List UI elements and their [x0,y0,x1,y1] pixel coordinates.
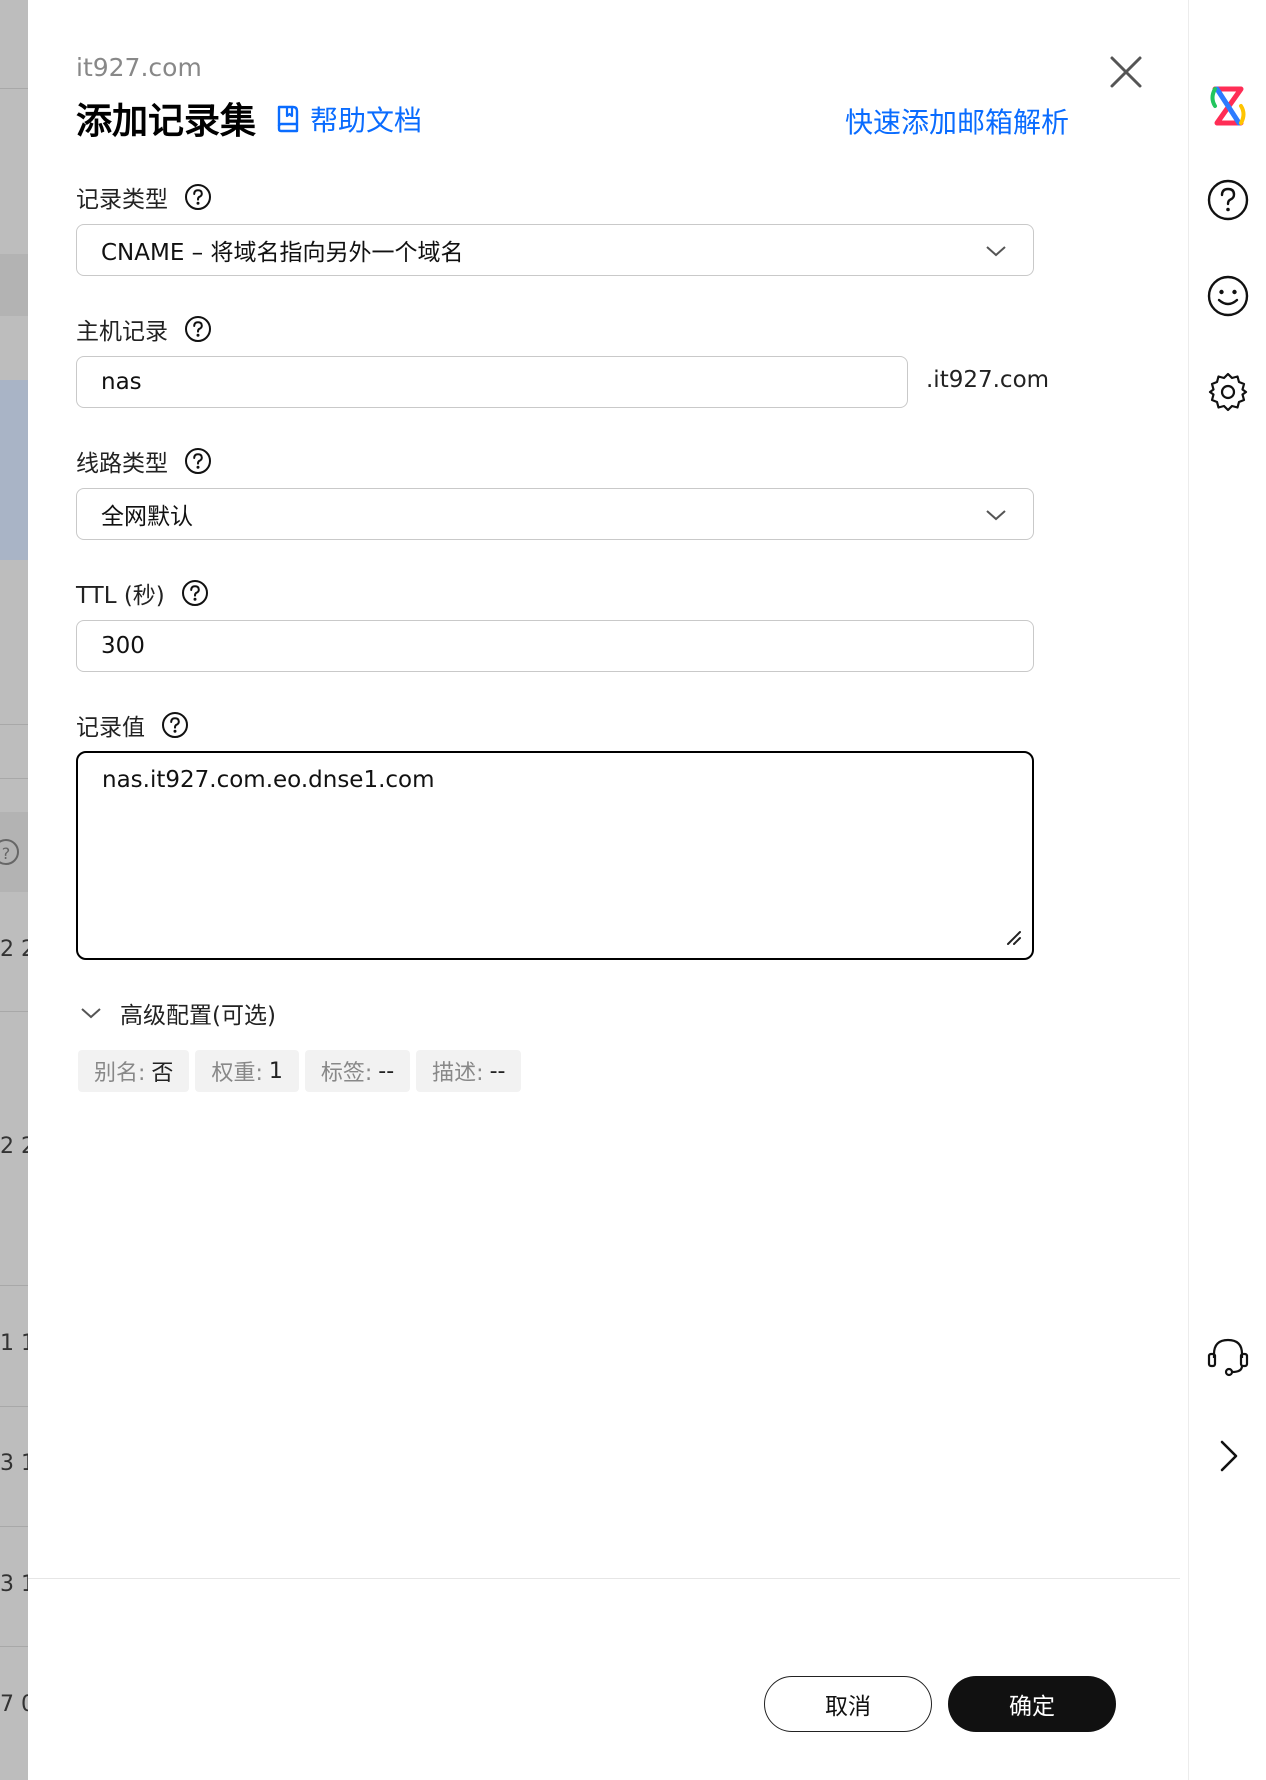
confirm-button[interactable]: 确定 [948,1676,1116,1732]
svg-text:?: ? [2,844,11,863]
right-sidebar [1188,0,1266,1780]
smiley-icon [1207,275,1249,317]
help-circle-icon[interactable] [161,711,189,739]
tag-key: 权重: [211,1061,263,1086]
chevron-right-icon [1220,1440,1238,1472]
close-icon [1110,56,1142,88]
ttl-input[interactable] [76,620,1034,672]
tag-value: 1 [268,1058,283,1084]
app-logo-button[interactable] [1206,84,1250,128]
line-type-select[interactable]: 全网默认 [76,488,1034,540]
chevron-down-icon [986,246,1006,257]
gear-icon [1208,372,1248,412]
bg-divider [0,1646,28,1647]
bg-row-fragment: 2 2 [0,1134,28,1159]
resize-handle-icon[interactable] [1004,928,1022,946]
ttl-label-text: TTL (秒) [76,583,165,609]
bg-divider [0,1285,28,1286]
help-doc-link[interactable]: 帮助文档 [276,99,422,139]
settings-button[interactable] [1206,370,1250,414]
help-button[interactable] [1206,178,1250,222]
alias-tag: 别名: 否 [78,1050,190,1092]
advanced-config-toggle[interactable]: 高级配置(可选) [80,996,276,1030]
record-type-value: CNAME – 将域名指向另外一个域名 [101,240,464,266]
tag-value: -- [489,1058,506,1084]
bg-header-band: ? [0,812,28,892]
record-type-label-text: 记录类型 [76,187,168,213]
app-logo-icon [1210,86,1246,126]
help-doc-label: 帮助文档 [310,104,423,137]
domain-suffix: .it927.com [926,367,1050,393]
collapse-sidebar-button[interactable] [1206,1434,1250,1478]
host-record-input[interactable] [76,356,908,408]
drawer-title: 添加记录集 [76,101,257,142]
tag-key: 标签: [320,1061,373,1086]
label-tag: 标签: -- [304,1050,411,1092]
tag-value: 否 [151,1061,174,1086]
quick-add-mail-link[interactable]: 快速添加邮箱解析 [845,101,1069,141]
ttl-label: TTL (秒) [76,576,209,610]
bg-row-fragment: 1 1 [0,1331,28,1356]
background-page: ? 2 2 2 2 1 1 3 1 3 1 7 0 [0,0,28,1780]
weight-tag: 权重: 1 [195,1050,299,1092]
close-button[interactable] [1104,50,1148,94]
bg-divider [0,778,28,779]
bg-divider [0,1406,28,1407]
help-circle-icon[interactable] [181,579,209,607]
footer-divider [28,1578,1180,1579]
record-type-label: 记录类型 [76,180,212,214]
add-record-drawer: it927.com 添加记录集 帮助文档 快速添加邮箱解析 记录类型 CNAME… [28,0,1188,1780]
record-type-select[interactable]: CNAME – 将域名指向另外一个域名 [76,224,1034,276]
help-circle-icon[interactable] [184,315,212,343]
headset-icon [1207,1338,1249,1377]
record-value-label: 记录值 [76,708,189,742]
record-value-label-text: 记录值 [76,715,145,741]
line-type-value: 全网默认 [101,504,193,530]
bg-row-fragment: 3 1 [0,1572,28,1597]
line-type-label: 线路类型 [76,444,212,478]
bg-divider [0,88,28,89]
chevron-down-icon [986,510,1006,521]
advanced-config-label: 高级配置(可选) [120,1003,276,1029]
feedback-button[interactable] [1206,274,1250,318]
help-circle-icon [1207,179,1249,221]
bg-divider [0,1011,28,1012]
help-circle-icon[interactable] [184,447,212,475]
bg-row-fragment: 2 2 [0,937,28,962]
support-button[interactable] [1206,1334,1250,1378]
help-circle-icon[interactable] [184,183,212,211]
host-record-label: 主机记录 [76,312,212,346]
line-type-label-text: 线路类型 [76,451,168,477]
bg-divider [0,724,28,725]
bg-selected-band [0,380,28,560]
chevron-down-icon [81,1008,101,1019]
advanced-summary-tags: 别名: 否 权重: 1 标签: -- 描述: -- [78,1050,527,1092]
bg-divider [0,1526,28,1527]
record-value-textarea[interactable]: nas.it927.com.eo.dnse1.com [76,751,1034,960]
cancel-button[interactable]: 取消 [764,1676,932,1732]
tag-key: 描述: [432,1061,484,1086]
host-record-label-text: 主机记录 [76,319,168,345]
domain-label: it927.com [76,53,202,82]
description-tag: 描述: -- [416,1050,522,1092]
tag-value: -- [378,1058,395,1084]
bg-band [0,254,28,316]
tag-key: 别名: [94,1061,146,1086]
bg-row-fragment: 7 0 [0,1692,28,1717]
book-icon [277,105,299,133]
bg-help-icon: ? [0,839,19,865]
bg-row-fragment: 3 1 [0,1451,28,1476]
